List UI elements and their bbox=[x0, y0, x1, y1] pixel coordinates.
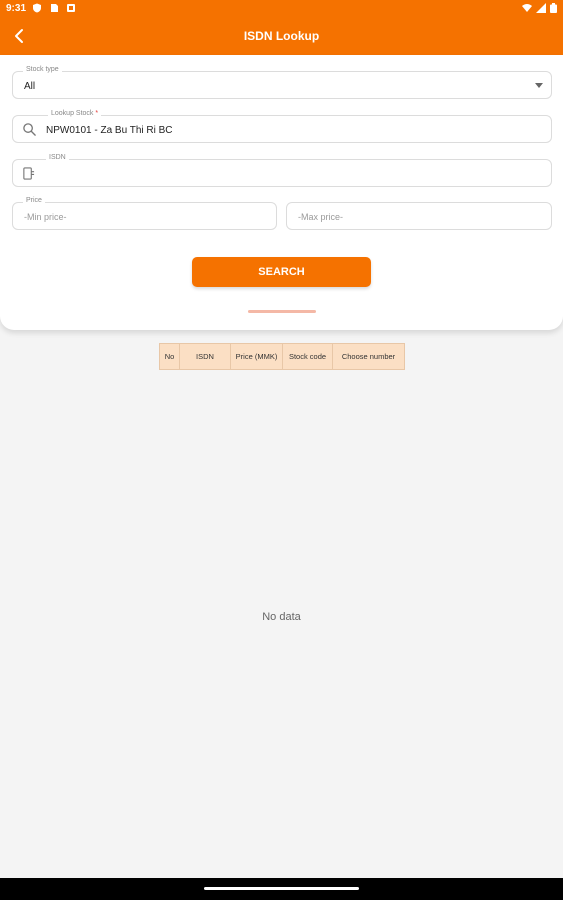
empty-state-message: No data bbox=[262, 611, 301, 623]
max-price-input[interactable]: -Max price- bbox=[286, 202, 552, 230]
stock-type-value: All bbox=[24, 81, 36, 92]
isdn-input[interactable]: ISDN bbox=[12, 154, 552, 187]
status-bar: 9:31 bbox=[0, 0, 563, 18]
required-mark: * bbox=[95, 110, 99, 117]
notification-icon bbox=[67, 4, 75, 12]
price-label: Price bbox=[23, 197, 45, 204]
phone-icon bbox=[23, 167, 35, 180]
page-title: ISDN Lookup bbox=[243, 29, 320, 43]
stock-type-select[interactable]: Stock type All bbox=[12, 66, 552, 99]
wifi-icon bbox=[522, 4, 532, 12]
results-table-header: No ISDN Price (MMK) Stock code Choose nu… bbox=[159, 343, 405, 370]
status-time: 9:31 bbox=[6, 3, 27, 14]
signal-icon bbox=[536, 3, 546, 13]
sim-card-icon bbox=[51, 4, 58, 12]
home-gesture-handle[interactable] bbox=[204, 887, 359, 890]
search-button[interactable]: SEARCH bbox=[192, 257, 371, 287]
lookup-stock-value: NPW0101 - Za Bu Thi Ri BC bbox=[46, 125, 173, 136]
min-price-input[interactable]: Price -Min price- bbox=[12, 197, 277, 230]
stock-type-label: Stock type bbox=[23, 66, 62, 73]
column-header-no: No bbox=[160, 344, 180, 369]
collapse-handle[interactable] bbox=[248, 310, 316, 313]
lookup-stock-label: Lookup Stock * bbox=[48, 110, 102, 117]
dropdown-arrow-icon bbox=[535, 83, 543, 88]
max-price-placeholder: -Max price- bbox=[298, 212, 344, 222]
column-header-choose-number: Choose number bbox=[341, 352, 396, 361]
lookup-stock-field[interactable]: Lookup Stock * NPW0101 - Za Bu Thi Ri BC bbox=[12, 110, 552, 143]
battery-icon bbox=[550, 3, 557, 13]
column-header-price: Price (MMK) bbox=[231, 344, 283, 369]
system-nav-bar bbox=[0, 878, 563, 900]
min-price-placeholder: -Min price- bbox=[24, 212, 67, 222]
column-header-stock-code: Stock code bbox=[283, 344, 333, 369]
search-icon bbox=[23, 123, 36, 136]
column-header-isdn: ISDN bbox=[180, 344, 231, 369]
isdn-label: ISDN bbox=[46, 154, 69, 161]
shield-icon bbox=[33, 3, 41, 13]
search-panel: Stock type All Lookup Stock * NPW0101 - … bbox=[0, 55, 563, 330]
app-bar: ISDN Lookup bbox=[0, 18, 563, 55]
